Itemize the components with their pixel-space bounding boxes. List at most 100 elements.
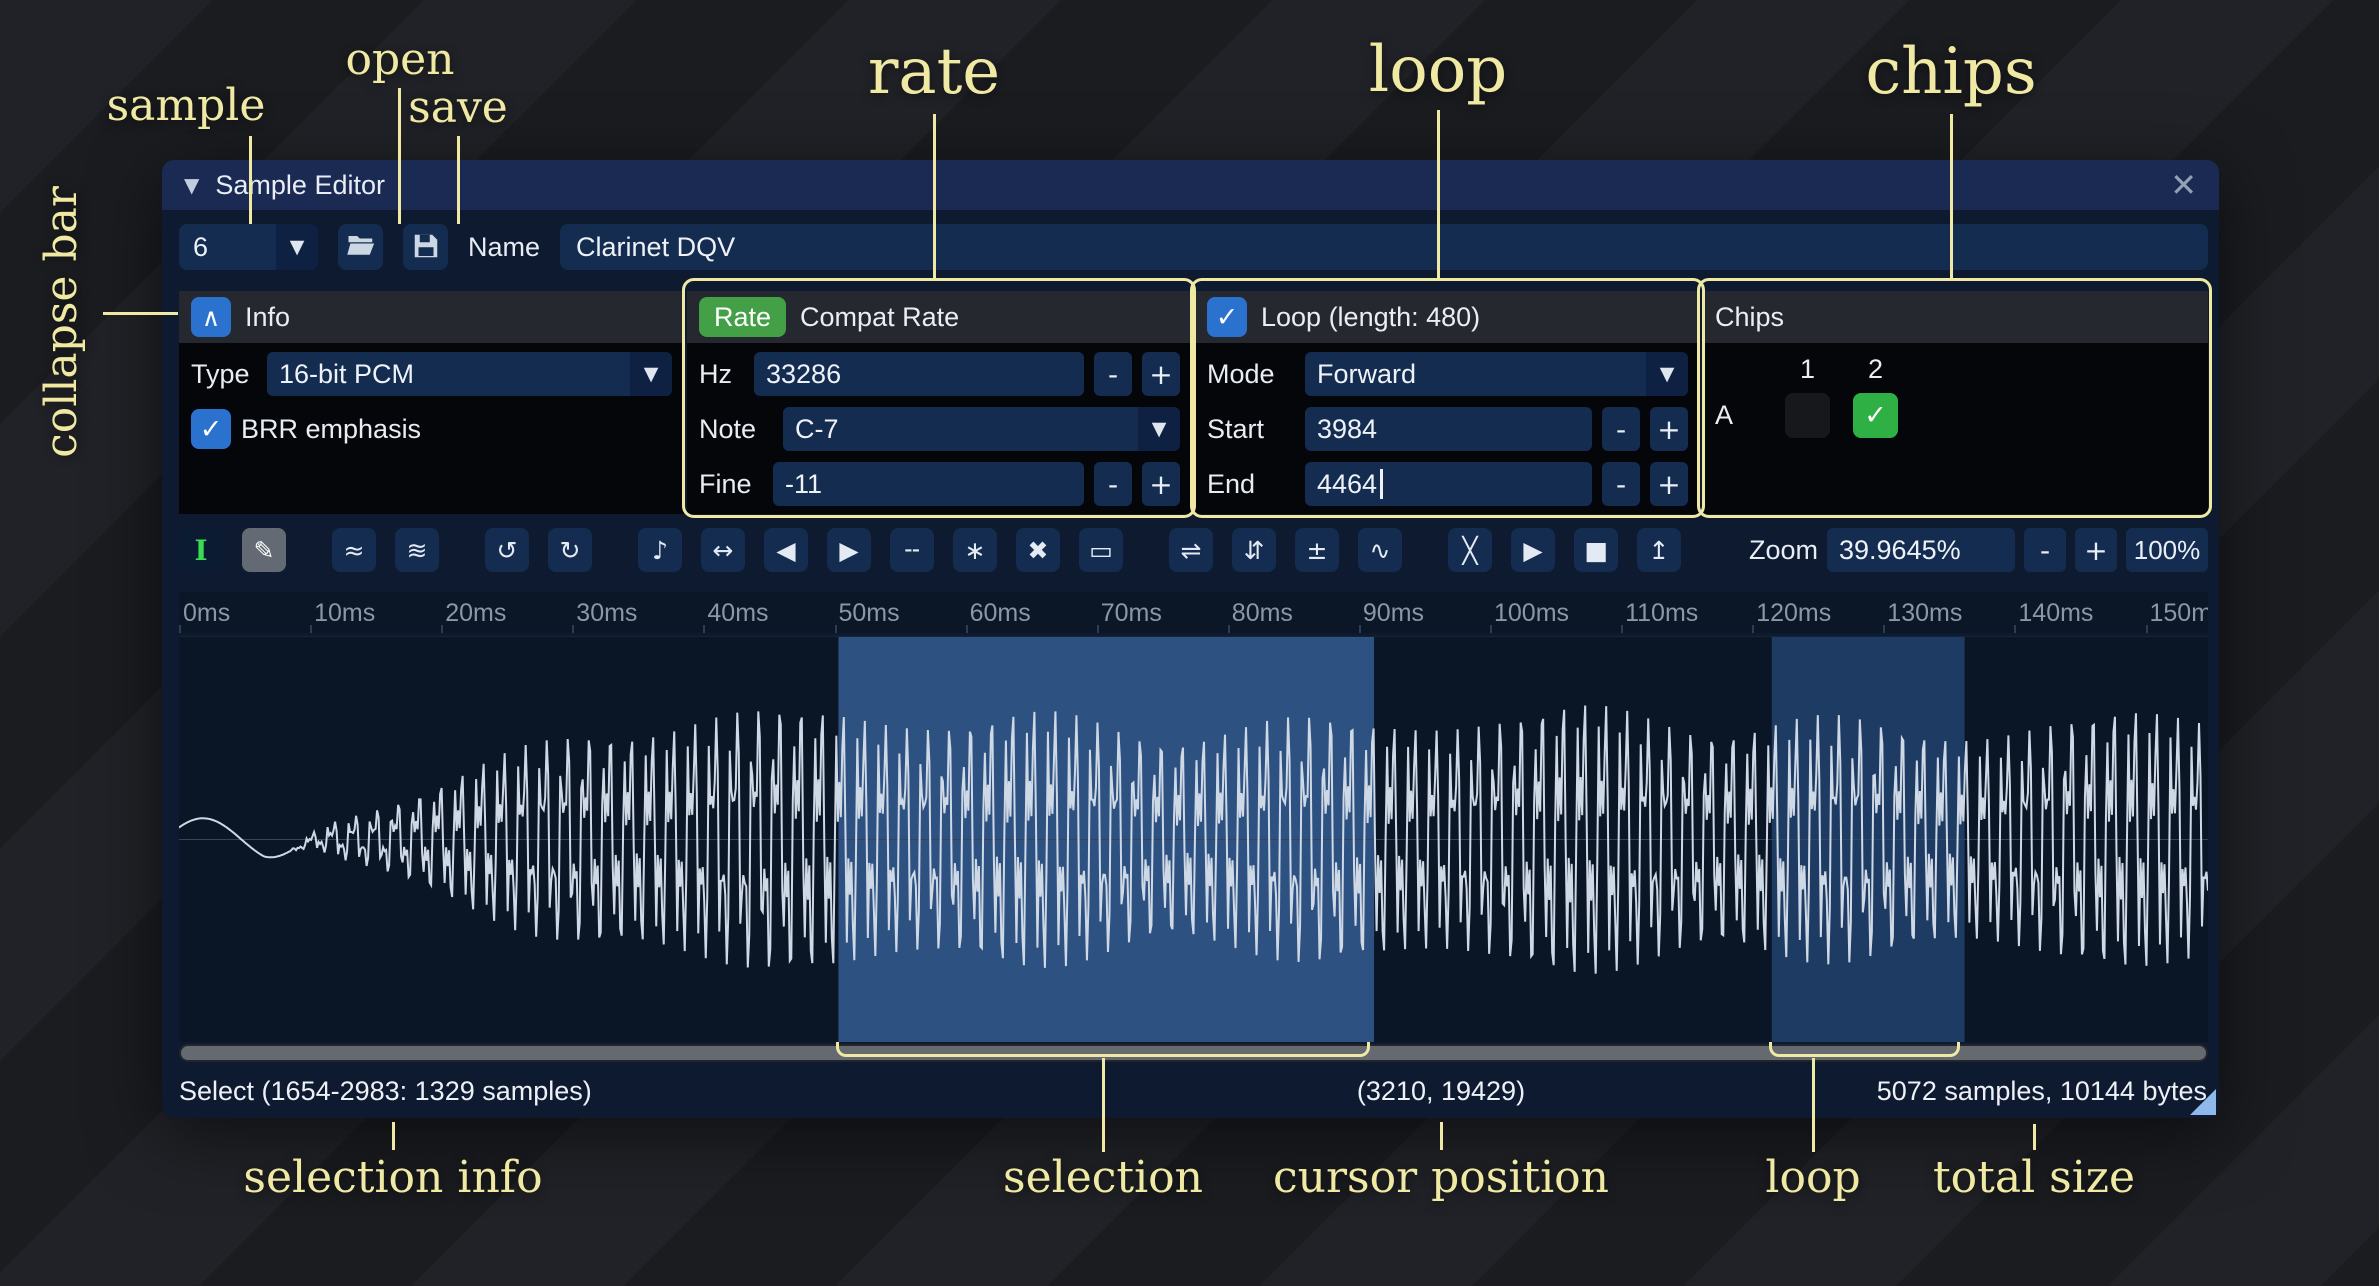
status-bar: Select (1654-2983: 1329 samples) (3210, … <box>179 1068 2207 1110</box>
timeline-tick <box>835 625 837 633</box>
timeline-label: 60ms <box>970 599 1031 628</box>
dropdown-arrow-icon[interactable]: ▼ <box>1646 352 1688 396</box>
amplify-button[interactable]: ♪ <box>638 528 682 572</box>
resize-button[interactable]: ≈ <box>332 528 376 572</box>
play-icon: ▶ <box>1523 536 1542 565</box>
redo-button[interactable]: ↻ <box>548 528 592 572</box>
timeline-tick <box>1752 625 1754 633</box>
undo-button[interactable]: ↺ <box>485 528 529 572</box>
scrollbar-handle[interactable] <box>181 1046 2206 1060</box>
hz-label: Hz <box>699 359 744 390</box>
fine-minus-button[interactable]: - <box>1094 462 1132 506</box>
fine-plus-button[interactable]: + <box>1142 462 1180 506</box>
type-dropdown[interactable]: 16-bit PCM ▼ <box>267 352 672 396</box>
annotation-rate: rate <box>868 40 1000 104</box>
loop-enable-checkbox[interactable]: ✓ <box>1207 297 1247 337</box>
draw-tool-button[interactable]: ✎ <box>242 528 286 572</box>
annotation-line-total-size <box>2033 1124 2036 1150</box>
collapse-triangle-icon[interactable]: ▼ <box>184 173 199 197</box>
redo-icon: ↻ <box>560 536 581 565</box>
annotation-cursor-position: cursor position <box>1273 1156 1609 1200</box>
zoom-in-button[interactable]: + <box>2075 528 2117 572</box>
brr-emphasis-checkbox[interactable]: ✓ <box>191 409 231 449</box>
rate-mode-button[interactable]: Rate <box>699 297 786 337</box>
loop-panel-title: Loop (length: 480) <box>1261 302 1480 333</box>
sign-button[interactable]: ± <box>1295 528 1339 572</box>
note-value: C-7 <box>783 407 1138 451</box>
resample-button[interactable]: ≋ <box>395 528 439 572</box>
note-dropdown[interactable]: C-7 ▼ <box>783 407 1180 451</box>
waveform-scrollbar[interactable] <box>179 1044 2208 1062</box>
ibeam-cursor-icon: I <box>194 534 207 567</box>
sample-number-value[interactable]: 6 <box>179 224 276 270</box>
reverse-button[interactable]: ⇌ <box>1169 528 1213 572</box>
zoom-reset-button[interactable]: 100% <box>2126 528 2208 572</box>
timeline-tick <box>1490 625 1492 633</box>
zoom-label: Zoom <box>1749 535 1818 566</box>
dropdown-arrow-icon[interactable]: ▼ <box>630 352 672 396</box>
chip-2-checkbox[interactable]: ✓ <box>1853 393 1898 438</box>
loop-end-input[interactable]: 4464 <box>1305 462 1592 506</box>
insert-silence-button[interactable]: ╌ <box>890 528 934 572</box>
sample-number-select[interactable]: 6 ▼ <box>179 224 318 270</box>
open-button[interactable] <box>338 224 383 270</box>
timeline-ruler[interactable]: 0ms10ms20ms30ms40ms50ms60ms70ms80ms90ms1… <box>179 592 2208 633</box>
window-titlebar[interactable]: ▼ Sample Editor ✕ <box>162 160 2219 210</box>
loop-start-input[interactable]: 3984 <box>1305 407 1592 451</box>
crossfade-button[interactable]: ╳ <box>1448 528 1492 572</box>
annotation-collapse-bar: collapse bar <box>40 186 84 458</box>
dropdown-arrow-icon[interactable]: ▼ <box>276 224 318 270</box>
timeline-tick <box>1621 625 1623 633</box>
collapse-info-button[interactable]: ∧ <box>191 297 231 337</box>
loop-end-value: 4464 <box>1317 469 1377 500</box>
check-icon: ✓ <box>1864 400 1887 431</box>
window-resize-grip[interactable] <box>2190 1089 2216 1115</box>
loop-mode-value: Forward <box>1305 352 1646 396</box>
apply-silence-button[interactable]: ∗ <box>953 528 997 572</box>
fade-out-button[interactable]: ◀ <box>764 528 808 572</box>
zoom-out-button[interactable]: - <box>2024 528 2066 572</box>
hz-input[interactable]: 33286 <box>754 352 1084 396</box>
upload-icon: ↥ <box>1649 536 1670 565</box>
select-tool-button[interactable]: I <box>179 528 223 572</box>
save-button[interactable] <box>403 224 448 270</box>
swap-arrows-icon: ⇌ <box>1181 536 1202 565</box>
annotation-open: open <box>345 38 454 82</box>
timeline-tick <box>2146 625 2148 633</box>
stop-button[interactable]: ■ <box>1574 528 1618 572</box>
loop-start-plus-button[interactable]: + <box>1650 407 1688 451</box>
loop-start-minus-button[interactable]: - <box>1602 407 1640 451</box>
name-input[interactable]: Clarinet DQV <box>560 224 2208 270</box>
mode-label: Mode <box>1207 359 1295 390</box>
dropdown-arrow-icon[interactable]: ▼ <box>1138 407 1180 451</box>
hz-plus-button[interactable]: + <box>1142 352 1180 396</box>
zoom-input[interactable]: 39.9645% <box>1827 528 2015 572</box>
rate-panel-body: Hz 33286 - + Note C-7 ▼ Fine - <box>687 343 1192 514</box>
timeline-label: 130ms <box>1887 599 1962 628</box>
chips-panel-header: Chips <box>1703 291 2208 343</box>
fade-in-button[interactable]: ▶ <box>827 528 871 572</box>
loop-mode-dropdown[interactable]: Forward ▼ <box>1305 352 1688 396</box>
upload-button[interactable]: ↥ <box>1637 528 1681 572</box>
timeline-tick <box>441 625 443 633</box>
total-size-text: 5072 samples, 10144 bytes <box>1877 1076 2207 1107</box>
filter-button[interactable]: ∿ <box>1358 528 1402 572</box>
loop-end-minus-button[interactable]: - <box>1602 462 1640 506</box>
annotation-selection-info: selection info <box>243 1156 542 1200</box>
trim-button[interactable]: ▭ <box>1079 528 1123 572</box>
delete-button[interactable]: ✖ <box>1016 528 1060 572</box>
chip-1-checkbox[interactable] <box>1785 393 1830 438</box>
fine-input[interactable]: -11 <box>773 462 1084 506</box>
hz-minus-button[interactable]: - <box>1094 352 1132 396</box>
loop-end-plus-button[interactable]: + <box>1650 462 1688 506</box>
sine-wave-icon: ∿ <box>1370 536 1391 565</box>
preview-button[interactable]: ▶ <box>1511 528 1555 572</box>
invert-button[interactable]: ⇵ <box>1232 528 1276 572</box>
waveform-display[interactable] <box>179 636 2208 1042</box>
normalize-button[interactable]: ↔ <box>701 528 745 572</box>
stop-icon: ■ <box>1584 536 1608 565</box>
loop-panel-body: Mode Forward ▼ Start 3984 - + End <box>1195 343 1700 514</box>
chips-panel-title: Chips <box>1715 302 1784 333</box>
loop-panel-header: ✓ Loop (length: 480) <box>1195 291 1700 343</box>
close-button[interactable]: ✕ <box>2170 166 2197 204</box>
